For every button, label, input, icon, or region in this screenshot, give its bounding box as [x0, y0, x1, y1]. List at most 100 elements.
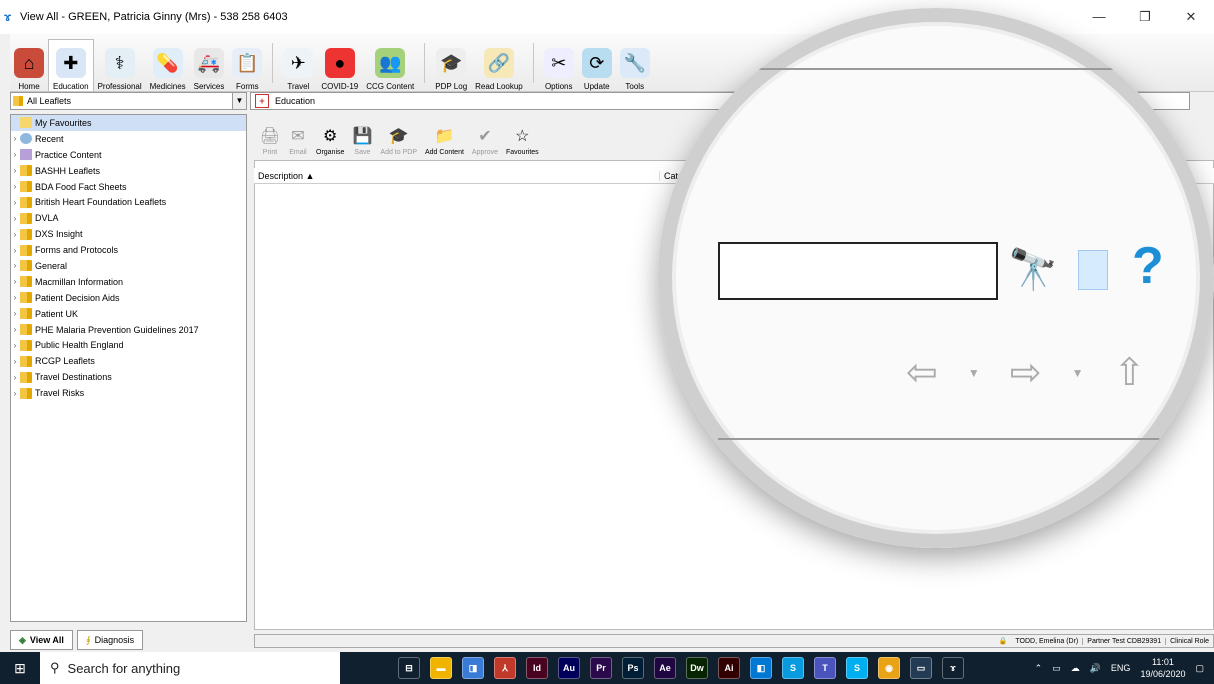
ribbon-forms-button[interactable]: 📋 Forms [228, 39, 266, 91]
toolbar-organise-button[interactable]: ⚙ Organise [312, 126, 348, 156]
back-arrow-icon[interactable]: ⇦ [906, 350, 938, 395]
tree-item[interactable]: › Patient UK [11, 306, 246, 322]
taskbar-app-icon[interactable]: Id [526, 657, 548, 679]
taskbar-app-icon[interactable]: ◉ [878, 657, 900, 679]
ribbon-read-lookup-button[interactable]: 🔗 Read Lookup [471, 39, 527, 91]
tree-item[interactable]: › PHE Malaria Prevention Guidelines 2017 [11, 322, 246, 338]
help-icon[interactable]: ? [1132, 236, 1164, 296]
tree-item[interactable]: › Practice Content [11, 147, 246, 163]
expand-icon[interactable]: › [11, 341, 19, 350]
ribbon-tools-button[interactable]: 🔧 Tools [616, 39, 654, 91]
expand-icon[interactable]: › [11, 389, 19, 398]
taskbar-app-icon[interactable]: ▭ [910, 657, 932, 679]
expand-icon[interactable]: › [11, 134, 19, 143]
taskbar-app-icon[interactable]: T [814, 657, 836, 679]
taskbar-app-icon[interactable]: ⅄ [494, 657, 516, 679]
ribbon-update-button[interactable]: ⟳ Update [578, 39, 616, 91]
expand-icon[interactable]: › [11, 277, 19, 286]
tree-item[interactable]: › Travel Destinations [11, 369, 246, 385]
tree-item[interactable]: › Recent [11, 131, 246, 147]
expand-icon[interactable]: › [11, 214, 19, 223]
taskbar-app-icon[interactable]: Ps [622, 657, 644, 679]
taskbar-app-icon[interactable]: ⊟ [398, 657, 420, 679]
expand-icon[interactable]: › [11, 166, 19, 175]
tab-view-all[interactable]: ◈ View All [10, 630, 73, 650]
tree-item[interactable]: › Travel Risks [11, 385, 246, 401]
expand-icon[interactable]: › [11, 198, 19, 207]
tree-item[interactable]: My Favourites [11, 115, 246, 131]
taskbar-app-icon[interactable]: ▬ [430, 657, 452, 679]
ribbon-ccg-content-button[interactable]: 👥 CCG Content [362, 39, 418, 91]
dropdown-icon[interactable]: ▼ [1072, 366, 1084, 380]
tree-item[interactable]: › Patient Decision Aids [11, 290, 246, 306]
taskbar-app-icon[interactable]: ɤ [942, 657, 964, 679]
tab-diagnosis[interactable]: ∮ Diagnosis [76, 630, 144, 650]
taskbar-app-icon[interactable]: Dw [686, 657, 708, 679]
search-input[interactable] [718, 242, 998, 300]
network-icon[interactable]: ▭ [1052, 663, 1061, 674]
expand-icon[interactable]: › [11, 182, 19, 191]
expand-icon[interactable]: › [11, 293, 19, 302]
toolbar-save-button[interactable]: 💾 Save [348, 126, 376, 156]
expand-icon[interactable]: › [11, 373, 19, 382]
notification-icon[interactable]: ▢ [1195, 663, 1204, 674]
toolbar-print-button[interactable]: 🖨 Print [256, 126, 284, 156]
binoculars-icon[interactable]: 🔭 [1008, 246, 1058, 293]
expand-icon[interactable]: › [11, 325, 19, 334]
taskbar-app-icon[interactable]: Au [558, 657, 580, 679]
toolbar-add-to-pdp-button[interactable]: 🎓 Add to PDP [376, 126, 421, 156]
taskbar-app-icon[interactable]: ◨ [462, 657, 484, 679]
expand-icon[interactable]: › [11, 357, 19, 366]
tree-item[interactable]: › DVLA [11, 210, 246, 226]
clock[interactable]: 11:01 19/06/2020 [1140, 656, 1185, 680]
ribbon-pdp-log-button[interactable]: 🎓 PDP Log [431, 39, 471, 91]
language-indicator[interactable]: ENG [1111, 663, 1131, 673]
ribbon-options-button[interactable]: ✂ Options [540, 39, 578, 91]
ribbon-services-button[interactable]: 🚑 Services [190, 39, 229, 91]
tree-item[interactable]: › General [11, 258, 246, 274]
speaker-icon[interactable]: 🔊 [1090, 663, 1101, 674]
leaflet-filter-select[interactable]: All Leaflets ▼ [10, 92, 247, 110]
cloud-icon[interactable]: ☁ [1071, 663, 1080, 674]
dropdown-icon[interactable]: ▼ [968, 366, 980, 380]
tree-item[interactable]: › Public Health England [11, 337, 246, 353]
taskbar-app-icon[interactable]: S [782, 657, 804, 679]
restore-button[interactable]: ❐ [1122, 0, 1168, 34]
tree-item[interactable]: › BDA Food Fact Sheets [11, 179, 246, 195]
toolbar-email-button[interactable]: ✉ Email [284, 126, 312, 156]
expand-icon[interactable]: › [11, 150, 19, 159]
tree-item[interactable]: › Macmillan Information [11, 274, 246, 290]
ribbon-medicines-button[interactable]: 💊 Medicines [146, 39, 190, 91]
taskbar-app-icon[interactable]: Pr [590, 657, 612, 679]
document-icon[interactable] [1078, 250, 1108, 290]
toolbar-approve-button[interactable]: ✔ Approve [468, 126, 502, 156]
minimize-button[interactable]: — [1076, 0, 1122, 34]
ribbon-covid-19-button[interactable]: ● COVID-19 [317, 39, 362, 91]
taskbar-app-icon[interactable]: S [846, 657, 868, 679]
ribbon-professional-button[interactable]: ⚕ Professional [94, 39, 146, 91]
taskbar-app-icon[interactable]: ◧ [750, 657, 772, 679]
tree-item[interactable]: › BASHH Leaflets [11, 163, 246, 179]
toolbar-favourites-button[interactable]: ☆ Favourites [502, 126, 543, 156]
taskbar-search[interactable]: ⚲ Search for anything [40, 652, 340, 684]
close-button[interactable]: ✕ [1168, 0, 1214, 34]
column-description[interactable]: Description ▲ [254, 171, 659, 181]
ribbon-home-button[interactable]: ⌂ Home [10, 39, 48, 91]
chevron-down-icon[interactable]: ▼ [232, 93, 246, 109]
tree-item[interactable]: › DXS Insight [11, 226, 246, 242]
chevron-up-icon[interactable]: ⌃ [1035, 663, 1043, 674]
expand-icon[interactable]: › [11, 261, 19, 270]
up-arrow-icon[interactable]: ⇧ [1113, 350, 1145, 395]
ribbon-education-button[interactable]: ✚ Education [48, 39, 94, 91]
toolbar-add-content-button[interactable]: 📁 Add Content [421, 126, 468, 156]
expand-icon[interactable]: › [11, 230, 19, 239]
tree-item[interactable]: › Forms and Protocols [11, 242, 246, 258]
taskbar-app-icon[interactable]: Ai [718, 657, 740, 679]
windows-start-icon[interactable]: ⊞ [0, 660, 40, 677]
ribbon-travel-button[interactable]: ✈ Travel [279, 39, 317, 91]
tree-item[interactable]: › RCGP Leaflets [11, 353, 246, 369]
tree-item[interactable]: › British Heart Foundation Leaflets [11, 194, 246, 210]
forward-arrow-icon[interactable]: ⇨ [1010, 350, 1042, 395]
expand-icon[interactable]: › [11, 246, 19, 255]
expand-icon[interactable]: › [11, 309, 19, 318]
